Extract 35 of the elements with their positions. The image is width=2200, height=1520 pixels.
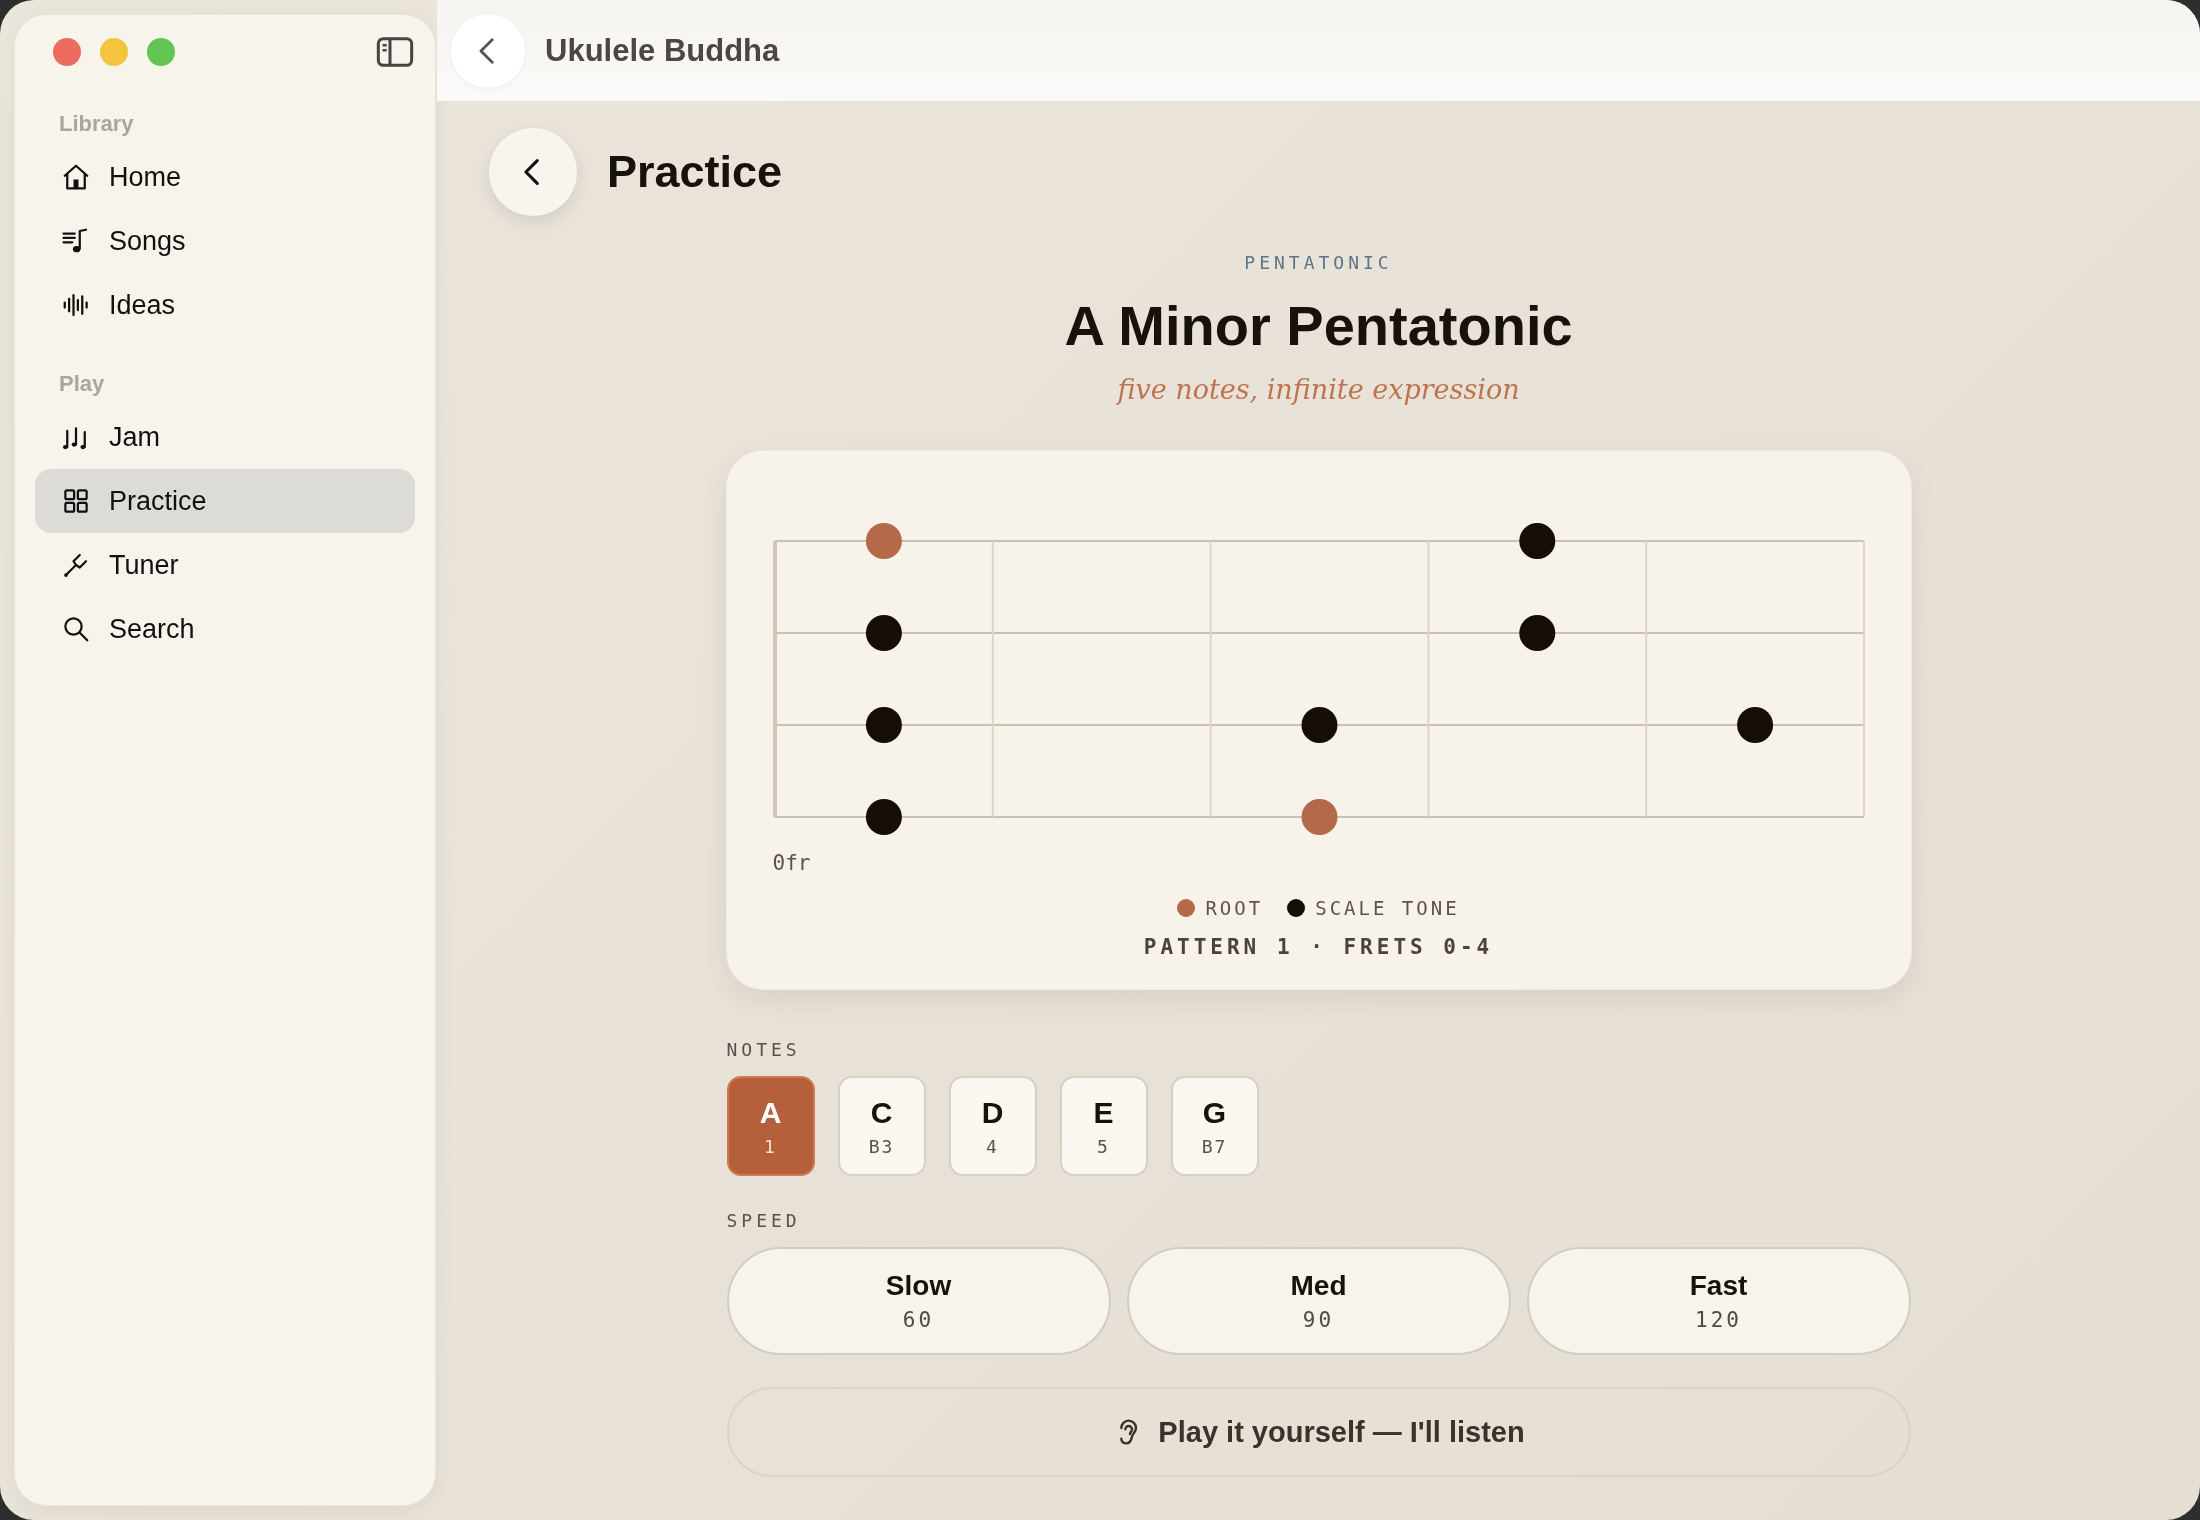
section-heading: Library — [58, 111, 135, 137]
speed-button[interactable]: Slow 60 — [726, 1247, 1111, 1355]
close-button[interactable] — [53, 38, 81, 66]
page-title: Practice — [607, 146, 783, 198]
note-key[interactable]: C B3 — [837, 1076, 926, 1176]
sidebar-item[interactable]: Tuner — [35, 533, 415, 597]
scale-title: A Minor Pentatonic — [1064, 293, 1573, 358]
window-title: Ukulele Buddha — [545, 32, 780, 69]
listen-button[interactable]: Play it yourself — I'll listen — [726, 1387, 1911, 1477]
fret-label: 0fr — [772, 851, 811, 875]
tagline: five notes, infinite expression — [1117, 374, 1520, 405]
sidebar-item[interactable]: Jam — [35, 405, 415, 469]
legend-label: SCALE TONE — [1315, 897, 1460, 919]
note-key[interactable]: G B7 — [1170, 1076, 1259, 1176]
house-icon — [61, 162, 91, 192]
sidebar-item[interactable]: Ideas — [35, 273, 415, 337]
speed-button[interactable]: Fast 120 — [1526, 1247, 1911, 1355]
section-heading: Play — [58, 371, 106, 397]
sidebar-item[interactable]: Search — [35, 597, 415, 661]
speed-button[interactable]: Med 90 — [1126, 1247, 1511, 1355]
category-label: PENTATONIC — [1244, 252, 1393, 273]
search-icon — [61, 614, 91, 644]
minimize-button[interactable] — [100, 38, 128, 66]
note-key[interactable]: E 5 — [1059, 1076, 1148, 1176]
note-key[interactable]: A 1 — [726, 1076, 815, 1176]
sidebar-item[interactable]: Songs — [35, 209, 415, 273]
legend-label: ROOT — [1205, 897, 1264, 919]
section-label: NOTES — [726, 1039, 801, 1060]
sidebar-item[interactable]: Practice — [35, 469, 415, 533]
sidebar-item[interactable]: Home — [35, 145, 415, 209]
section-label: SPEED — [726, 1210, 801, 1231]
note-key[interactable]: D 4 — [948, 1076, 1037, 1176]
pattern-label: PATTERN 1 · FRETS 0-4 — [1143, 935, 1494, 959]
zoom-button[interactable] — [147, 38, 175, 66]
grid-icon — [61, 486, 91, 516]
